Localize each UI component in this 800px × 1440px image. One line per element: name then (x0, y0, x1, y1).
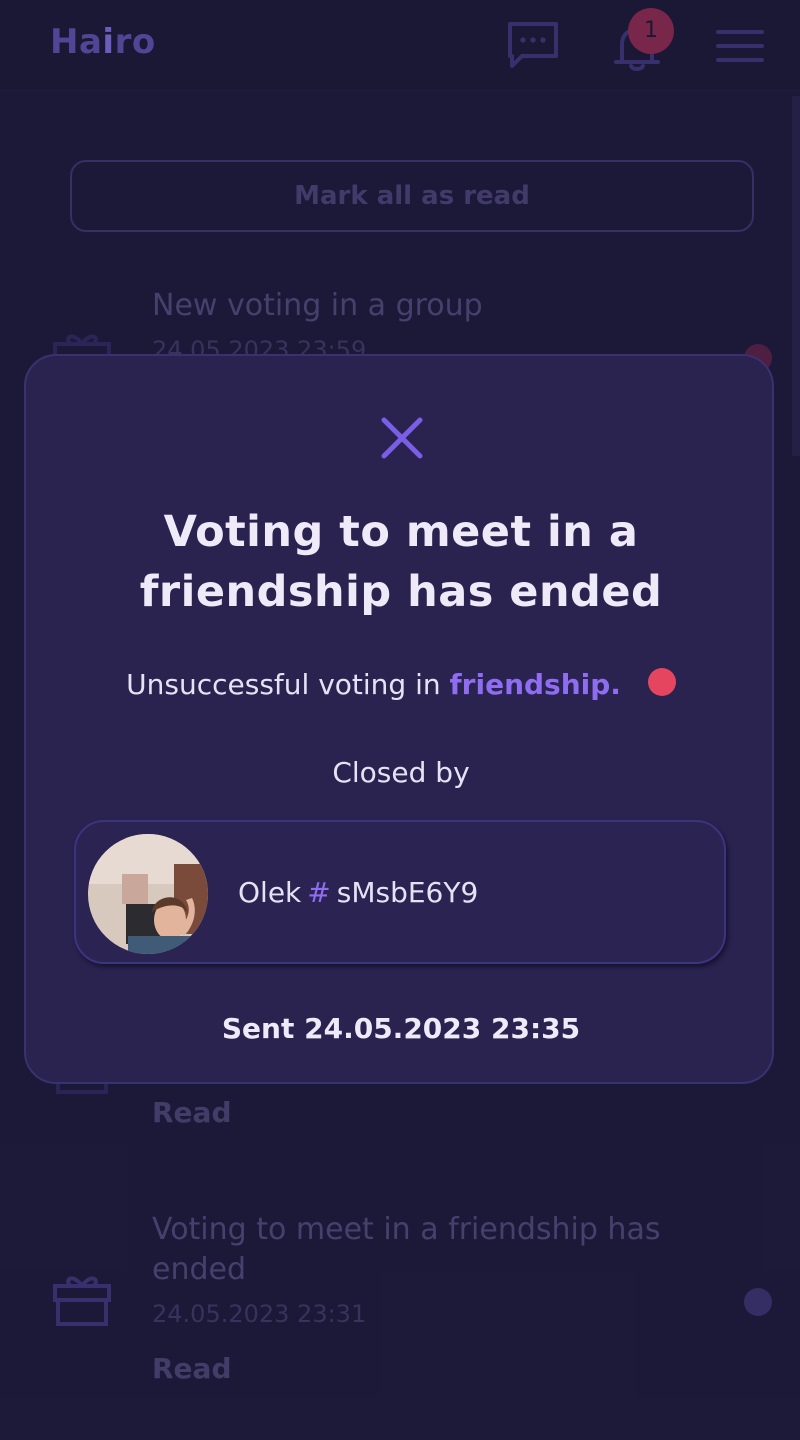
close-button[interactable] (380, 416, 424, 460)
sent-timestamp: Sent 24.05.2023 23:35 (66, 1012, 736, 1045)
close-icon (381, 417, 423, 459)
sent-datetime: 24.05.2023 23:35 (304, 1012, 581, 1045)
user-card[interactable]: Olek # sMsbE6Y9 (74, 820, 726, 964)
modal-title: Voting to meet in a friendship has ended (139, 507, 663, 617)
sent-label: Sent (221, 1012, 295, 1045)
avatar (88, 834, 208, 954)
notification-modal: Voting to meet in a friendship has ended… (24, 354, 774, 1084)
description-text: Unsuccessful voting in (126, 668, 441, 701)
user-photo (88, 834, 208, 954)
modal-description: Unsuccessful voting in friendship. (66, 668, 736, 701)
user-display-name: Olek # sMsbE6Y9 (238, 876, 478, 909)
user-tag: sMsbE6Y9 (336, 876, 479, 909)
friendship-link[interactable]: friendship. (450, 668, 621, 701)
alert-dot (647, 668, 676, 696)
closed-by-label: Closed by (332, 756, 470, 789)
hash-symbol: # (307, 876, 331, 909)
user-name: Olek (238, 876, 302, 909)
